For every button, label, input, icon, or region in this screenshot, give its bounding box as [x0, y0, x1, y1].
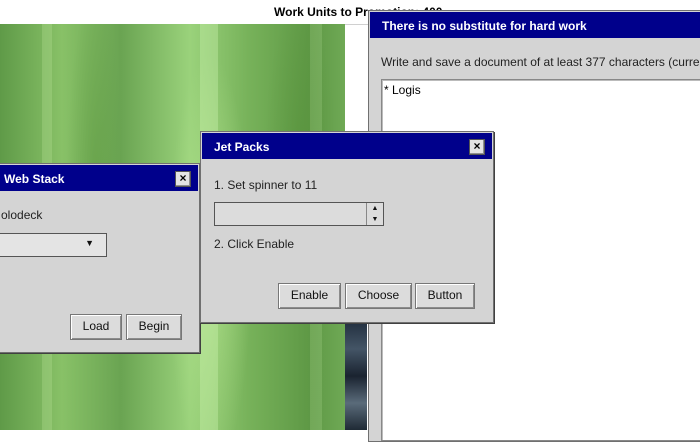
chevron-down-icon: ▼ [85, 238, 94, 248]
window-title: Jet Packs [214, 140, 270, 154]
spin-down-icon[interactable]: ▼ [367, 214, 383, 225]
web-stack-select[interactable]: ▼ [0, 233, 107, 257]
choose-button[interactable]: Choose [345, 283, 412, 309]
field-label: olodeck [1, 208, 43, 222]
spinner-input[interactable]: ▲ ▼ [214, 202, 384, 226]
jet-packs-window: Jet Packs × 1. Set spinner to 11 ▲ ▼ 2. … [200, 131, 494, 323]
begin-button[interactable]: Begin [126, 314, 182, 340]
spin-up-icon[interactable]: ▲ [367, 203, 383, 214]
web-stack-window: Web Stack × olodeck ▼ Load Begin [0, 163, 200, 353]
step2-text: 2. Click Enable [214, 237, 295, 251]
web-stack-titlebar[interactable]: Web Stack × [0, 165, 198, 191]
close-icon[interactable]: × [175, 171, 191, 187]
background-image-strip [345, 322, 367, 430]
jet-packs-titlebar[interactable]: Jet Packs × [202, 133, 492, 159]
document-text: * Logis [384, 83, 421, 97]
enable-button[interactable]: Enable [278, 283, 341, 309]
hard-work-titlebar[interactable]: There is no substitute for hard work [370, 12, 700, 38]
window-title: Web Stack [4, 172, 65, 186]
step1-text: 1. Set spinner to 11 [214, 178, 318, 192]
close-icon[interactable]: × [469, 139, 485, 155]
button-button[interactable]: Button [415, 283, 475, 309]
instruction-text: Write and save a document of at least 37… [381, 55, 700, 69]
window-title: There is no substitute for hard work [382, 19, 587, 33]
load-button[interactable]: Load [70, 314, 122, 340]
